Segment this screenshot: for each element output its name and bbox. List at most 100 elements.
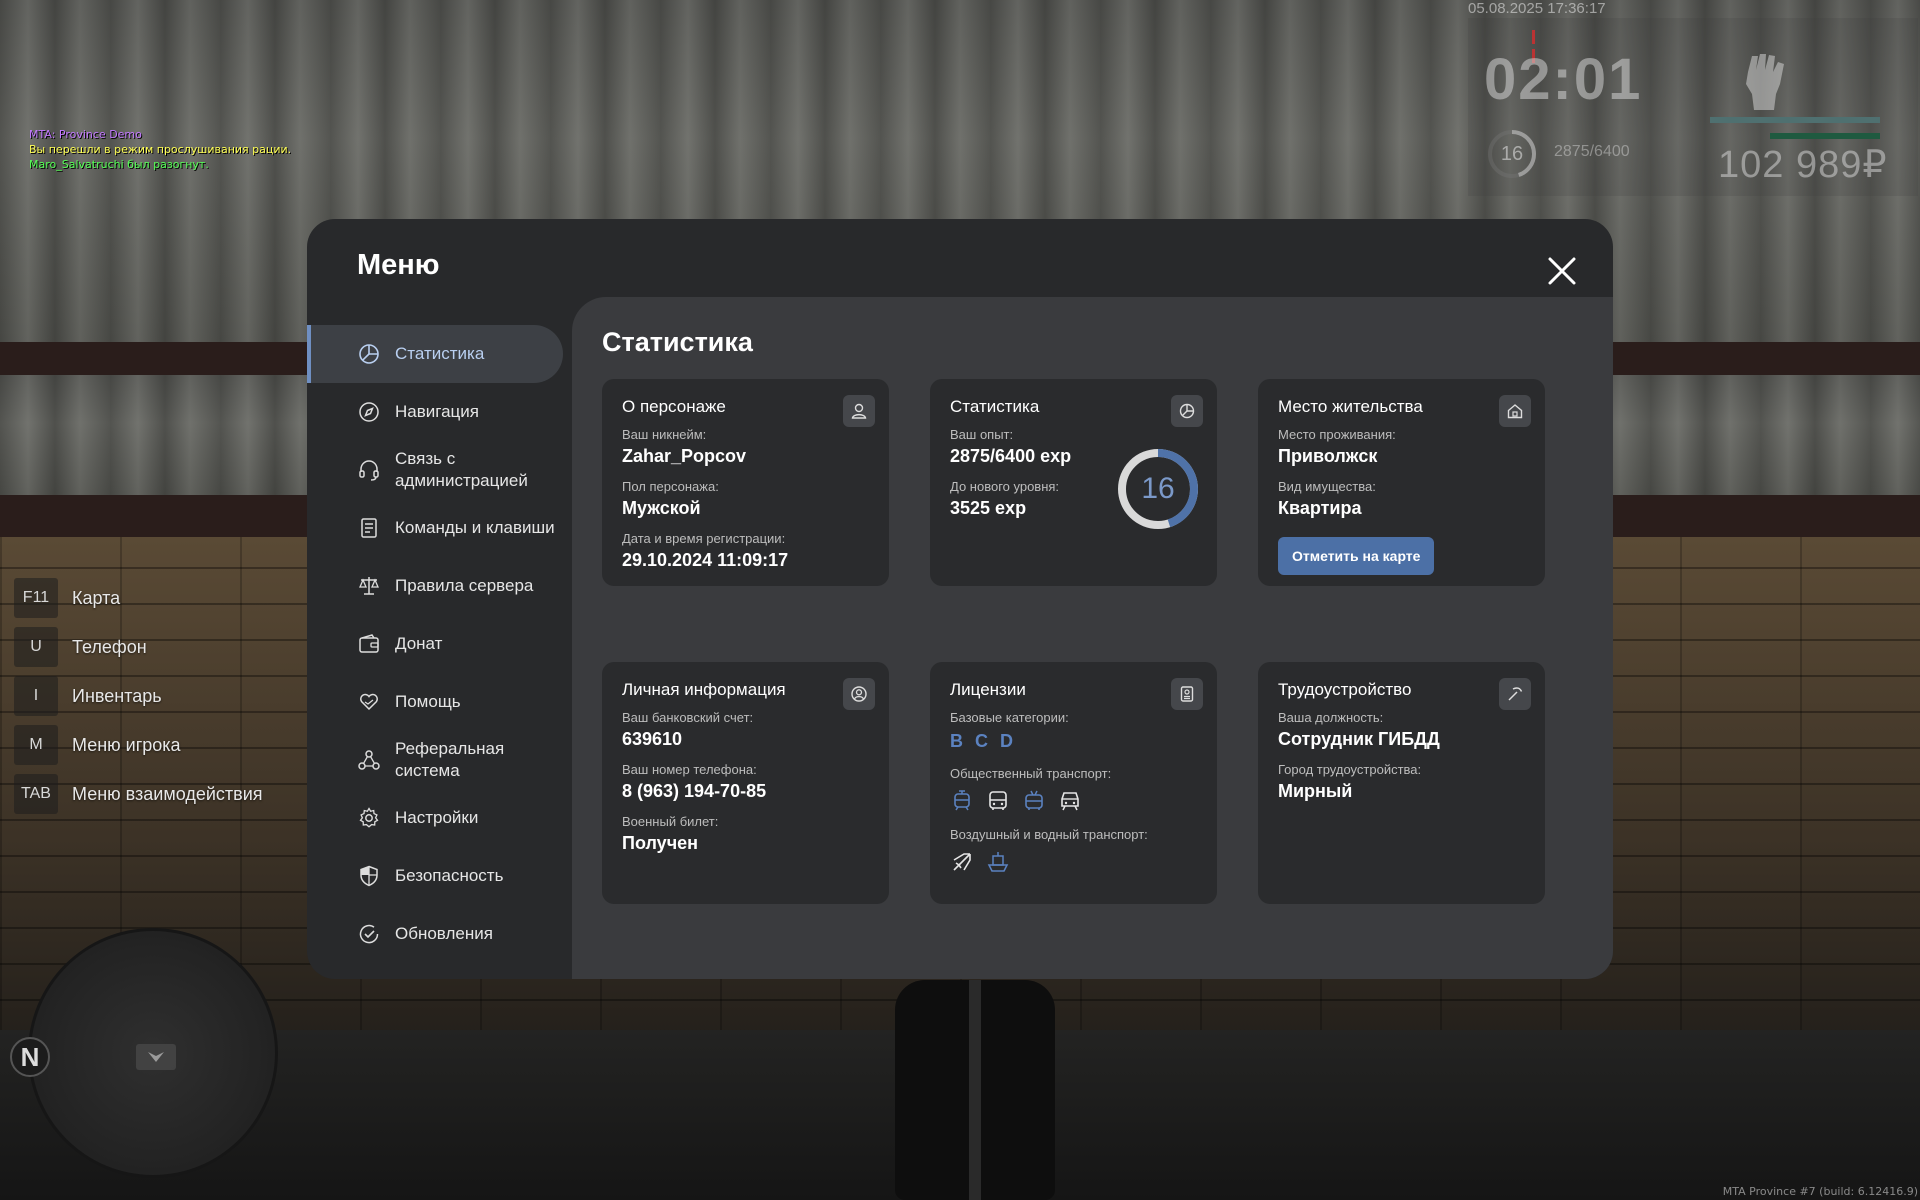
card-title: Трудоустройство (1278, 680, 1412, 699)
field-label: Ваш никнейм: (622, 427, 707, 442)
sidebar-item-label: Помощь (395, 692, 461, 711)
hud: 05.08.2025 17:36:17 02:01 16 2875/6400 1… (1468, 0, 1920, 200)
trolleybus-icon (1022, 789, 1046, 813)
sidebar-item-referral[interactable]: Реферальная система (307, 731, 563, 789)
chat-log: MTA: Province Demo Вы перешли в режим пр… (29, 127, 291, 172)
residence-place-value: Приволжск (1278, 446, 1378, 466)
sidebar-item-label: Донат (395, 634, 443, 653)
job-position-value: Сотрудник ГИБДД (1278, 729, 1440, 749)
field-label: Место проживания: (1278, 427, 1396, 442)
sidebar-item-help[interactable]: Помощь (307, 673, 563, 731)
sidebar-item-navigation[interactable]: Навигация (307, 383, 563, 441)
license-category: C (975, 731, 988, 751)
sidebar-item-label: Навигация (395, 402, 479, 421)
hotkey-label: Меню взаимодействия (72, 783, 263, 804)
document-icon (357, 516, 381, 540)
id-card-icon (1171, 678, 1203, 710)
wallet-icon (357, 632, 381, 656)
train-icon (1058, 789, 1082, 813)
sidebar-item-settings[interactable]: Настройки (307, 789, 563, 847)
field-label: Военный билет: (622, 814, 719, 829)
card-title: Личная информация (622, 680, 786, 699)
hotkey-item: U Телефон (14, 627, 263, 667)
hud-money: 102 989₽ (1718, 144, 1888, 186)
heart-hand-icon (357, 690, 381, 714)
sidebar-item-label: Связь с администрацией (395, 449, 528, 490)
sidebar-item-label: Команды и клавиши (395, 518, 555, 537)
plane-icon (950, 850, 974, 874)
military-ticket-value: Получен (622, 833, 699, 853)
house-icon (1499, 395, 1531, 427)
pie-chart-icon (1171, 395, 1203, 427)
card-title: Место жительства (1278, 397, 1423, 416)
player-character (895, 980, 1055, 1200)
field-label: Ваша должность: (1278, 710, 1384, 725)
scales-icon (357, 574, 381, 598)
sidebar-item-updates[interactable]: Обновления (307, 905, 563, 963)
armor-bar (1770, 133, 1880, 139)
sidebar-item-label: Статистика (395, 344, 485, 363)
chat-line: Maro_Salvatruchi был разогнут. (29, 158, 209, 171)
hotkey-label: Меню игрока (72, 734, 181, 755)
sidebar-item-label: Обновления (395, 924, 493, 943)
personal-info-card: Личная информация Ваш банковский счет: 6… (602, 662, 889, 904)
employment-card: Трудоустройство Ваша должность: Сотрудни… (1258, 662, 1545, 904)
license-category: B (950, 731, 963, 751)
character-card: О персонаже Ваш никнейм: Zahar_Popcov По… (602, 379, 889, 586)
chat-line: Вы перешли в режим прослушивания рации. (29, 143, 292, 156)
sidebar-item-rules[interactable]: Правила сервера (307, 557, 563, 615)
field-label: Ваш опыт: (950, 427, 1014, 442)
tram-icon (950, 789, 974, 813)
bus-icon (986, 789, 1010, 813)
sidebar-item-security[interactable]: Безопасность (307, 847, 563, 905)
level-value: 16 (1141, 472, 1175, 505)
hotkey-item: TAB Меню взаимодействия (14, 774, 263, 814)
user-icon (843, 395, 875, 427)
bank-account-value: 639610 (622, 729, 683, 749)
network-icon (357, 748, 381, 772)
air-water-licenses (950, 850, 1197, 874)
card-title: О персонаже (622, 397, 726, 416)
close-icon (1548, 257, 1576, 285)
hotkey-label: Карта (72, 587, 121, 608)
sidebar-item-admin-contact[interactable]: Связь с администрацией (307, 441, 563, 499)
sidebar-item-commands[interactable]: Команды и клавиши (307, 499, 563, 557)
check-circle-icon (357, 922, 381, 946)
hud-level: 16 (1500, 143, 1524, 165)
compass-north-icon: N (10, 1037, 50, 1077)
field-label: Пол персонажа: (622, 479, 719, 494)
health-bar (1710, 117, 1880, 123)
field-label: Дата и время регистрации: (622, 531, 786, 546)
phone-value: 8 (963) 194-70-85 (622, 781, 767, 801)
sidebar-item-statistics[interactable]: Статистика (307, 325, 563, 383)
build-version: MTA Province #7 (build: 6.12416.9) (1722, 1185, 1918, 1198)
hotkey-item: I Инвентарь (14, 676, 263, 716)
content-title: Статистика (602, 327, 753, 357)
license-categories: B C D (950, 731, 1197, 752)
field-label: Общественный транспорт: (950, 766, 1112, 781)
mark-on-map-button[interactable]: Отметить на карте (1278, 537, 1435, 575)
field-label: Ваш банковский счет: (622, 710, 754, 725)
statistics-card: Статистика Ваш опыт: 2875/6400 exp До но… (930, 379, 1217, 586)
hotkey-key: M (14, 725, 58, 765)
close-button[interactable] (1544, 253, 1580, 289)
license-category: D (1000, 731, 1013, 751)
gear-icon (357, 806, 381, 830)
hotkey-list: F11 Карта U Телефон I Инвентарь M Меню и… (14, 578, 263, 823)
sidebar-item-label: Настройки (395, 808, 479, 827)
pie-chart-icon (357, 342, 381, 366)
card-title: Лицензии (950, 680, 1026, 699)
content-panel: Статистика О персонаже Ваш никнейм: Zaha… (572, 297, 1613, 979)
shield-icon (357, 864, 381, 888)
field-label: Базовые категории: (950, 710, 1069, 725)
licenses-card: Лицензии Базовые категории: B C D Общест… (930, 662, 1217, 904)
hud-time: 02:01 (1484, 47, 1643, 112)
boat-icon (986, 850, 1010, 874)
fist-icon (1746, 54, 1784, 110)
hotkey-label: Инвентарь (72, 685, 162, 706)
field-label: Вид имущества: (1278, 479, 1376, 494)
hotkey-key: U (14, 627, 58, 667)
hotkey-item: F11 Карта (14, 578, 263, 618)
sidebar-item-donate[interactable]: Донат (307, 615, 563, 673)
field-label: Ваш номер телефона: (622, 762, 757, 777)
